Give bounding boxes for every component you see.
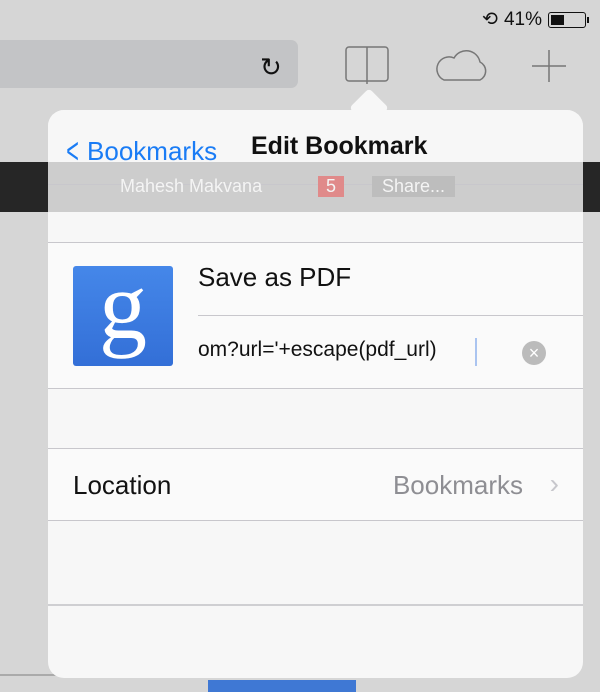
bg-user-name: Mahesh Makvana [120, 176, 263, 196]
bg-share: Share... [372, 176, 456, 197]
divider [48, 520, 583, 521]
divider [48, 388, 583, 389]
divider [48, 448, 583, 449]
bookmark-name-field[interactable]: Save as PDF [198, 262, 351, 293]
cloud-icon[interactable] [432, 46, 492, 84]
background-tab [208, 680, 356, 692]
divider [48, 242, 583, 243]
battery-icon [548, 11, 589, 28]
battery-percent: 41% [503, 8, 542, 30]
background-page-text: Mahesh Makvana 5 Share... [0, 162, 600, 212]
reload-icon[interactable]: ↻ [260, 52, 282, 83]
rotation-lock-icon: ⟲ [482, 9, 498, 30]
plus-icon[interactable] [530, 48, 568, 84]
divider [48, 604, 583, 606]
page-title: Edit Bookmark [251, 132, 428, 160]
address-bar[interactable] [0, 40, 298, 88]
book-icon[interactable] [343, 44, 391, 90]
chevron-right-icon: › [549, 468, 559, 499]
status-bar: ⟲ 41% [482, 8, 589, 31]
bg-badge: 5 [318, 176, 345, 197]
bookmark-url-field[interactable]: om?url='+escape(pdf_url) [198, 338, 437, 362]
google-favicon: g [73, 258, 173, 366]
location-value[interactable]: Bookmarks [393, 470, 523, 501]
location-label: Location [73, 470, 172, 500]
text-cursor [475, 338, 477, 366]
divider [198, 315, 583, 316]
clear-text-icon[interactable]: × [522, 341, 546, 365]
